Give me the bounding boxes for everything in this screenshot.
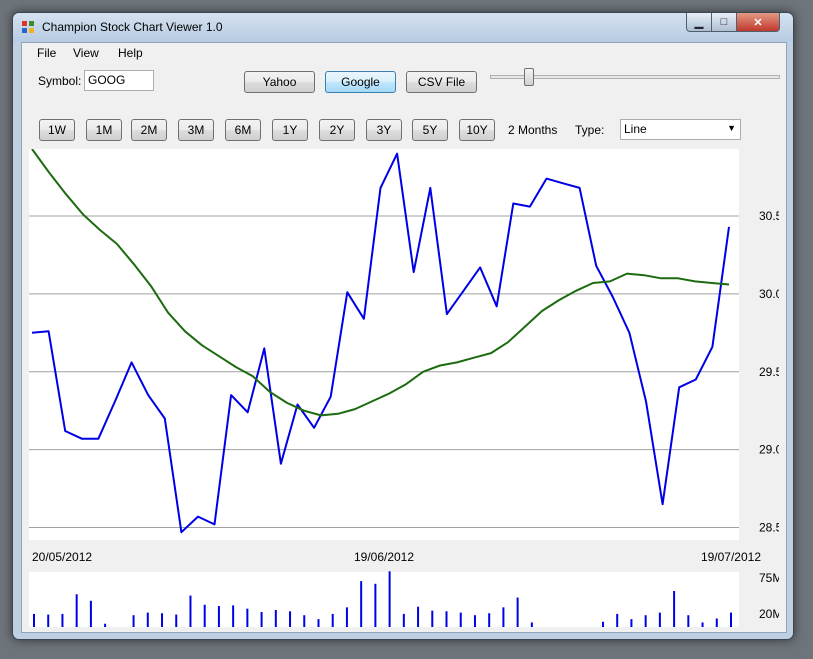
close-button[interactable]: ✕ bbox=[736, 13, 780, 32]
minimize-icon: ▁ bbox=[694, 16, 704, 29]
volume-plot-background bbox=[29, 572, 739, 627]
title-bar[interactable]: Champion Stock Chart Viewer 1.0 ▁ □ ✕ bbox=[13, 13, 793, 42]
volume-tick-label: 75M bbox=[759, 571, 779, 585]
x-tick-label: 19/06/2012 bbox=[354, 550, 414, 564]
range-1w-button[interactable]: 1W bbox=[39, 119, 75, 141]
zoom-slider-thumb[interactable] bbox=[524, 68, 534, 86]
range-6m-button[interactable]: 6M bbox=[225, 119, 261, 141]
x-tick-label: 20/05/2012 bbox=[32, 550, 92, 564]
close-icon: ✕ bbox=[753, 16, 763, 29]
menu-file[interactable]: File bbox=[37, 46, 56, 60]
menu-view[interactable]: View bbox=[73, 46, 99, 60]
x-tick-label: 19/07/2012 bbox=[701, 550, 761, 564]
range-3y-button[interactable]: 3Y bbox=[366, 119, 402, 141]
range-2m-button[interactable]: 2M bbox=[131, 119, 167, 141]
dropdown-arrow-icon: ▼ bbox=[727, 123, 736, 133]
y-tick-label: 29.00 bbox=[759, 443, 779, 457]
yahoo-button[interactable]: Yahoo bbox=[244, 71, 315, 93]
price-chart: 28.50 29.00 29.50 30.00 30.50 20/05/2012 19/06… bbox=[29, 148, 789, 627]
menu-bar: File View Help bbox=[22, 43, 786, 65]
y-tick-label: 30.00 bbox=[759, 287, 779, 301]
volume-tick-label: 20M bbox=[759, 607, 779, 621]
google-button[interactable]: Google bbox=[325, 71, 396, 93]
range-3m-button[interactable]: 3M bbox=[178, 119, 214, 141]
csv-file-button[interactable]: CSV File bbox=[406, 71, 477, 93]
app-window: Champion Stock Chart Viewer 1.0 ▁ □ ✕ Fi… bbox=[12, 12, 794, 640]
type-label: Type: bbox=[575, 123, 605, 137]
chart-area: 28.50 29.00 29.50 30.00 30.50 20/05/2012 19/06… bbox=[29, 148, 789, 627]
range-10y-button[interactable]: 10Y bbox=[459, 119, 495, 141]
range-1m-button[interactable]: 1M bbox=[86, 119, 122, 141]
y-tick-label: 28.50 bbox=[759, 521, 779, 535]
menu-help[interactable]: Help bbox=[118, 46, 143, 60]
range-text: 2 Months bbox=[508, 123, 558, 137]
range-5y-button[interactable]: 5Y bbox=[412, 119, 448, 141]
y-tick-label: 29.50 bbox=[759, 365, 779, 379]
window-title: Champion Stock Chart Viewer 1.0 bbox=[42, 20, 223, 34]
minimize-button[interactable]: ▁ bbox=[686, 13, 712, 32]
maximize-button[interactable]: □ bbox=[711, 13, 737, 32]
maximize-icon: □ bbox=[720, 16, 728, 28]
range-1y-button[interactable]: 1Y bbox=[272, 119, 308, 141]
symbol-input[interactable]: GOOG bbox=[84, 70, 154, 91]
y-tick-label: 30.50 bbox=[759, 209, 779, 223]
range-2y-button[interactable]: 2Y bbox=[319, 119, 355, 141]
chart-type-value: Line bbox=[624, 122, 647, 136]
client-area: File View Help Symbol: GOOG Yahoo Google… bbox=[21, 42, 789, 633]
app-icon bbox=[21, 20, 35, 34]
chart-type-select[interactable]: Line ▼ bbox=[620, 119, 741, 140]
symbol-label: Symbol: bbox=[38, 74, 82, 88]
